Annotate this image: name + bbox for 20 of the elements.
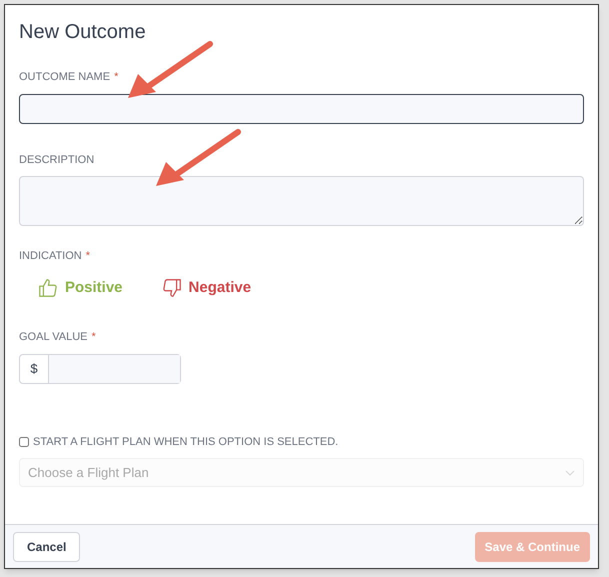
checkbox-label: START A FLIGHT PLAN WHEN THIS OPTION IS SELECTED.: [33, 434, 338, 450]
cancel-button[interactable]: Cancel: [13, 532, 80, 562]
thumbs-up-icon: [37, 276, 59, 299]
required-mark: *: [86, 249, 90, 264]
flight-plan-select: Choose a Flight Plan: [19, 458, 584, 487]
thumbs-down-icon: [160, 276, 183, 299]
field-label: DESCRIPTION: [19, 152, 94, 168]
indication-option[interactable]: Negative: [160, 276, 252, 299]
goal-value-field[interactable]: $: [19, 354, 181, 384]
dialog-title: New Outcome: [19, 20, 147, 45]
indication-option[interactable]: Positive: [37, 276, 123, 299]
outcome-name-field[interactable]: [19, 94, 584, 124]
chevron-down-icon: [565, 470, 575, 476]
required-mark: *: [114, 70, 118, 85]
field-label: OUTCOME NAME: [19, 70, 110, 85]
flight-plan-checkbox[interactable]: [19, 436, 29, 447]
field-label: GOAL VALUE: [19, 330, 88, 345]
required-mark: *: [91, 330, 96, 345]
field-label: INDICATION: [19, 249, 82, 264]
description-field[interactable]: [19, 176, 584, 226]
